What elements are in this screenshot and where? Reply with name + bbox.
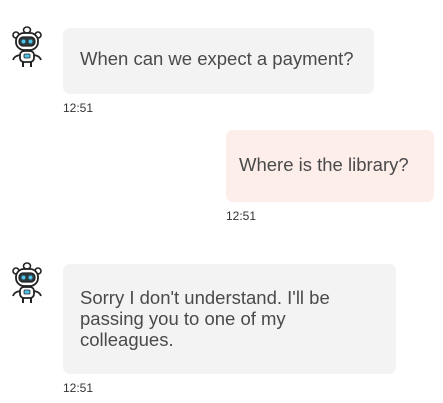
message-timestamp: 12:51	[63, 101, 94, 115]
robot-icon	[12, 26, 42, 67]
message-bubble: Sorry I don't understand. I'll be passin…	[63, 264, 396, 374]
message-bubble: When can we expect a payment?	[63, 28, 374, 94]
message-timestamp: 12:51	[63, 381, 94, 395]
message-text: Where is the library?	[239, 154, 409, 175]
message-bubble: Where is the library?	[226, 130, 434, 202]
message-text: When can we expect a payment?	[80, 48, 354, 69]
message-text: Sorry I don't understand. I'll be passin…	[80, 287, 330, 350]
robot-icon	[12, 262, 42, 303]
message-timestamp: 12:51	[226, 209, 257, 223]
